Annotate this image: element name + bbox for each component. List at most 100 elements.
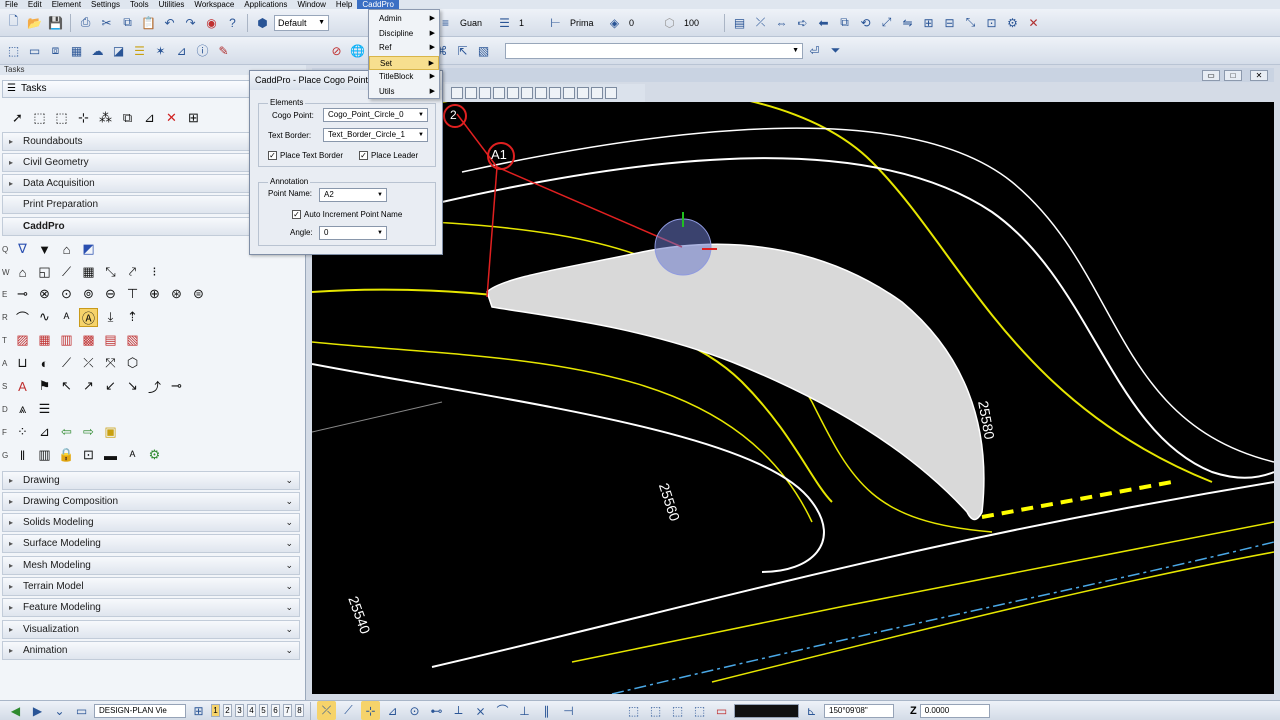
- menu-tools[interactable]: Tools: [125, 0, 154, 9]
- window-area-icon[interactable]: ⬚: [646, 701, 665, 720]
- view-number-6[interactable]: 6: [271, 704, 280, 717]
- category-animation[interactable]: ▸ Animation ⌄: [2, 641, 300, 660]
- dots-icon[interactable]: ▩: [79, 331, 98, 350]
- text-border-combo[interactable]: Text_Border_Circle_1 ▼: [323, 128, 428, 142]
- snap-origin-icon[interactable]: ⟂: [449, 701, 468, 720]
- place-text-border-checkbox[interactable]: ✓: [268, 151, 277, 160]
- curved-leader-icon[interactable]: ↙: [101, 377, 120, 396]
- snaps-icon[interactable]: ✶: [151, 41, 170, 60]
- menu-element[interactable]: Element: [47, 0, 86, 9]
- hydrant-icon[interactable]: ⊚: [79, 285, 98, 304]
- view-number-2[interactable]: 2: [223, 704, 232, 717]
- copy-attributes-icon[interactable]: ⧉: [118, 109, 137, 128]
- category-mesh-modeling[interactable]: ▸ Mesh Modeling ⌄: [2, 556, 300, 575]
- lock-icon[interactable]: 🔒: [57, 446, 76, 465]
- category-feature-modeling[interactable]: ▸ Feature Modeling ⌄: [2, 598, 300, 617]
- view-tool-icon[interactable]: [605, 87, 617, 99]
- polygon-icon[interactable]: ⬡: [123, 354, 142, 373]
- rotate-icon[interactable]: ⟲: [856, 13, 875, 32]
- view-tool-icon[interactable]: [451, 87, 463, 99]
- category-solids-modeling[interactable]: ▸ Solids Modeling ⌄: [2, 513, 300, 532]
- model-combo[interactable]: DESIGN-PLAN Vie: [94, 703, 186, 718]
- stripes-icon[interactable]: ▤: [101, 331, 120, 350]
- text-icon[interactable]: A: [13, 377, 32, 396]
- arc-leader-icon[interactable]: ⤴: [145, 377, 164, 396]
- angle-icon[interactable]: ⊾: [802, 701, 821, 720]
- back-icon[interactable]: ◀: [6, 701, 25, 720]
- profile-icon[interactable]: ∿: [35, 308, 54, 327]
- forward-icon[interactable]: ▶: [28, 701, 47, 720]
- globe-icon[interactable]: 🌐: [348, 41, 367, 60]
- transparency-icon[interactable]: ◈: [605, 13, 624, 32]
- pipe-icon[interactable]: ⊸: [13, 285, 32, 304]
- angle-combo[interactable]: 0 ▼: [319, 226, 387, 240]
- hatch-icon[interactable]: ▨: [13, 331, 32, 350]
- priority-combo[interactable]: Prima: [567, 15, 603, 31]
- equal-lines-icon[interactable]: ☰: [35, 400, 54, 419]
- export-icon[interactable]: ⇱: [453, 41, 472, 60]
- lines-icon[interactable]: ▥: [57, 331, 76, 350]
- help-icon[interactable]: ?: [223, 13, 242, 32]
- fence-icon[interactable]: ▭: [25, 41, 44, 60]
- levels-icon[interactable]: ☰: [130, 41, 149, 60]
- measure-icon[interactable]: ⊿: [172, 41, 191, 60]
- zoom-tool-icon[interactable]: ⊛: [167, 285, 186, 304]
- place-leader-checkbox[interactable]: ✓: [359, 151, 368, 160]
- group-icon[interactable]: ⊡: [982, 13, 1001, 32]
- settings-icon[interactable]: ⚙: [1003, 13, 1022, 32]
- menu-item-ref[interactable]: Ref ▶: [369, 41, 439, 55]
- scale-icon[interactable]: ⤢: [877, 13, 896, 32]
- edit-icon[interactable]: ✎: [214, 41, 233, 60]
- pattern-tool-icon[interactable]: ◩: [79, 240, 98, 259]
- model-icon[interactable]: ▭: [72, 701, 91, 720]
- key-in-run-icon[interactable]: ⏎: [805, 41, 824, 60]
- style-combo[interactable]: Guan: [457, 15, 493, 31]
- funnel-icon[interactable]: ∇: [13, 240, 32, 259]
- arrow-right-icon[interactable]: ➪: [793, 13, 812, 32]
- modify-icon[interactable]: ⊞: [184, 109, 203, 128]
- funnel-filled-icon[interactable]: ▼: [35, 240, 54, 259]
- line-icon[interactable]: ⟋: [57, 354, 76, 373]
- export-tool-icon[interactable]: ⇨: [79, 423, 98, 442]
- menu-item-set[interactable]: Set ▶: [369, 56, 439, 70]
- xline-icon[interactable]: ⤫: [79, 354, 98, 373]
- spell-icon[interactable]: ᴬ: [123, 446, 142, 465]
- view-number-1[interactable]: 1: [211, 704, 220, 717]
- menu-help[interactable]: Help: [331, 0, 357, 9]
- lineweight-combo[interactable]: 1: [516, 15, 544, 31]
- category-visualization[interactable]: ▸ Visualization ⌄: [2, 620, 300, 639]
- cogo-point-icon[interactable]: Ⓐ: [79, 307, 98, 327]
- line-weight-icon[interactable]: ☰: [495, 13, 514, 32]
- angle-field[interactable]: 150°09'08": [824, 703, 894, 718]
- leader-arrow-icon[interactable]: ↖: [57, 377, 76, 396]
- trim-icon[interactable]: ⤧: [101, 354, 120, 373]
- chevrons-icon[interactable]: ⩓: [13, 400, 32, 419]
- priority-icon[interactable]: ⬡: [660, 13, 679, 32]
- copy-element-icon[interactable]: ⧉: [835, 13, 854, 32]
- circle-icon[interactable]: ◐: [35, 354, 54, 373]
- raster-icon[interactable]: ▦: [67, 41, 86, 60]
- cross-hatch-icon[interactable]: ▧: [123, 331, 142, 350]
- cut-icon[interactable]: ✂: [97, 13, 116, 32]
- zoom-extents-icon[interactable]: ⬚: [668, 701, 687, 720]
- view-tool-icon[interactable]: [535, 87, 547, 99]
- arrow-left-icon[interactable]: ⬅: [814, 13, 833, 32]
- manhole-icon[interactable]: ⊙: [57, 285, 76, 304]
- bubble-icon[interactable]: ↘: [123, 377, 142, 396]
- design-view[interactable]: A1 2 25580 25560 25540: [312, 102, 1274, 694]
- zoom-combo[interactable]: 100: [681, 15, 719, 31]
- menu-item-utils[interactable]: Utils ▶: [369, 85, 439, 99]
- cogo-point-combo[interactable]: Cogo_Point_Circle_0 ▼: [323, 108, 428, 122]
- menu-window[interactable]: Window: [292, 0, 330, 9]
- select-box-icon[interactable]: ⬚: [30, 109, 49, 128]
- grading-icon[interactable]: ⊿: [35, 423, 54, 442]
- elevation-icon[interactable]: ⤓: [101, 308, 120, 327]
- menu-item-discipline[interactable]: Discipline ▶: [369, 27, 439, 41]
- models-icon[interactable]: ◪: [109, 41, 128, 60]
- maximize-icon[interactable]: □: [1224, 70, 1242, 81]
- array-icon[interactable]: ⊞: [919, 13, 938, 32]
- tag-tool-icon[interactable]: ⌂: [57, 240, 76, 259]
- dimension-icon[interactable]: ⤡: [101, 263, 120, 282]
- view-number-3[interactable]: 3: [235, 704, 244, 717]
- grid-icon[interactable]: ▦: [79, 263, 98, 282]
